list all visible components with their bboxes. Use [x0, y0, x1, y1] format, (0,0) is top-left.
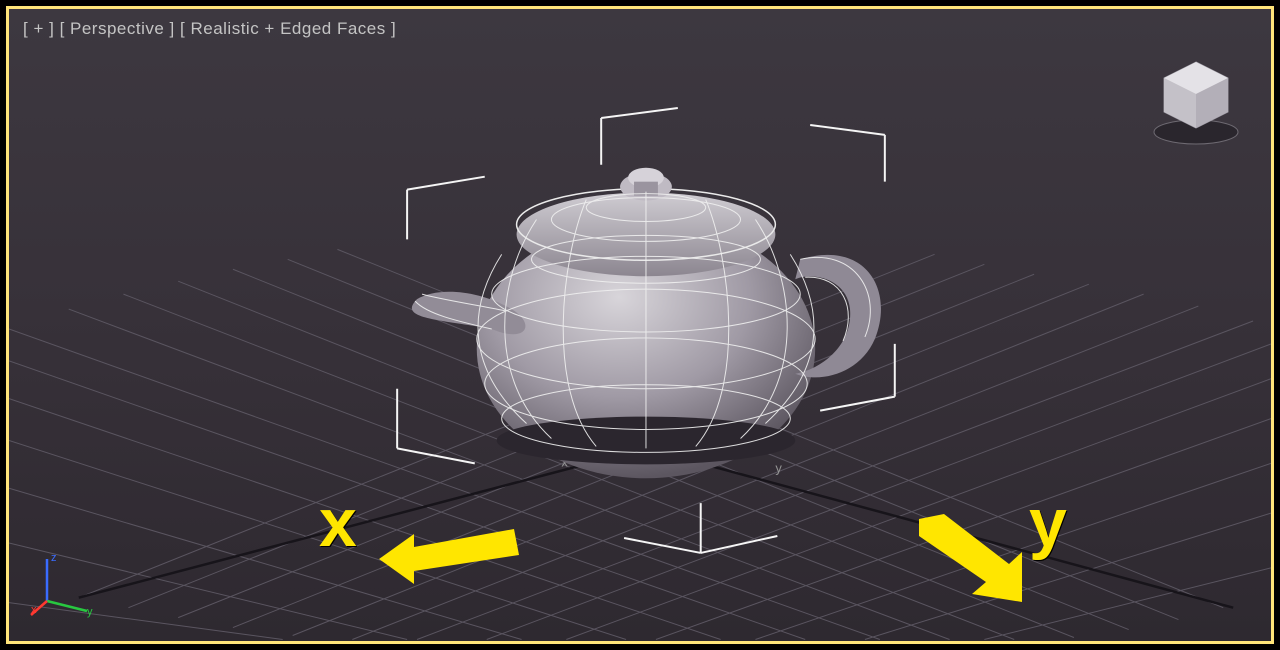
svg-text:y: y	[87, 606, 93, 618]
mini-axis-gizmo-icon: z y x	[29, 549, 99, 619]
viewcube[interactable]	[1146, 54, 1246, 154]
axis-label-y: y	[775, 460, 782, 475]
viewport-view-menu[interactable]: [ Perspective ]	[60, 19, 175, 38]
axis-label-x: x	[561, 454, 568, 469]
viewport-label-bar: [ + ] [ Perspective ] [ Realistic + Edge…	[23, 19, 396, 39]
annotation-x-label: x	[319, 484, 357, 562]
axis-label-z: z	[656, 257, 662, 272]
viewport-frame[interactable]: [ + ] [ Perspective ] [ Realistic + Edge…	[6, 6, 1274, 644]
annotation-y-arrow-icon	[914, 514, 1034, 604]
viewport-toggle[interactable]: [ + ]	[23, 19, 54, 38]
annotation-y-label: y	[1029, 484, 1067, 562]
svg-text:z: z	[51, 552, 57, 564]
teapot-object	[412, 168, 881, 479]
svg-text:x: x	[31, 604, 37, 616]
annotation-x-arrow-icon	[379, 519, 529, 589]
scene-svg: x y z	[9, 9, 1271, 641]
viewport-shading-menu[interactable]: [ Realistic + Edged Faces ]	[180, 19, 396, 38]
